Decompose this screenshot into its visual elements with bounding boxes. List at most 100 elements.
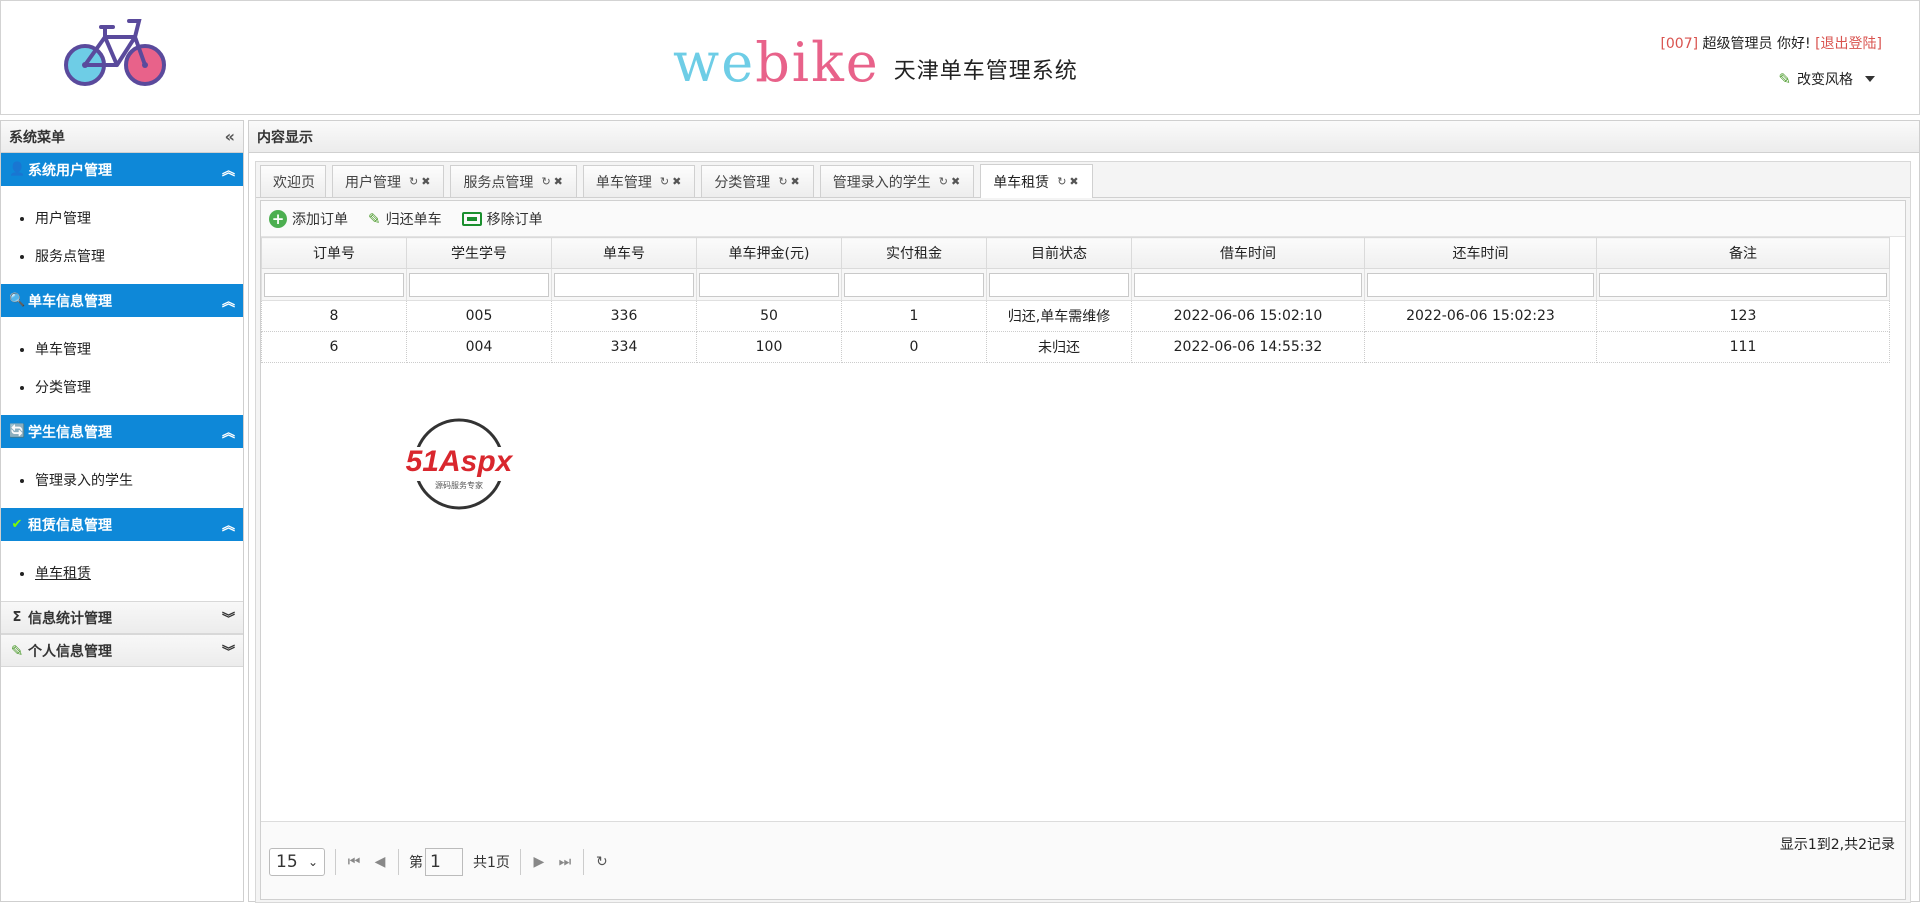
pencil-icon: ✎ <box>10 641 24 660</box>
tab-user-management[interactable]: 用户管理 ↻✖ <box>332 165 445 197</box>
pencil-icon: ✎ <box>368 209 381 228</box>
sidebar-item-students[interactable]: 管理录入的学生 <box>35 462 243 500</box>
refresh-icon[interactable]: ↻ <box>1057 175 1069 188</box>
reload-icon[interactable]: ↻ <box>594 854 610 870</box>
cell-bike-id: 336 <box>551 300 697 332</box>
remove-order-button[interactable]: 移除订单 <box>461 209 543 229</box>
accordion-statistics[interactable]: Σ 信息统计管理 ︾ <box>1 601 243 634</box>
caret-down-icon <box>1865 76 1875 82</box>
column-header[interactable]: 订单号 <box>261 237 407 269</box>
refresh-icon: 🔄 <box>9 423 26 439</box>
tab-label: 管理录入的学生 <box>832 174 931 191</box>
column-header[interactable]: 目前状态 <box>986 237 1132 269</box>
filter-input[interactable] <box>409 272 549 297</box>
sidebar-item-service-point[interactable]: 服务点管理 <box>35 238 243 276</box>
next-page-icon[interactable]: ▶ <box>531 854 547 870</box>
close-icon[interactable]: ✖ <box>554 175 566 188</box>
logout-link[interactable]: [退出登陆] <box>1815 36 1882 52</box>
tab-bike-management[interactable]: 单车管理 ↻✖ <box>582 165 696 197</box>
pagination-bar: 15 ⌄ ⏮ ◀ 第 1 共1页 ▶ ⏭ ↻ 显示1到2,共2记录 <box>261 821 1905 899</box>
filter-input[interactable] <box>554 272 694 297</box>
rental-table: 订单号 学生学号 单车号 单车押金(元) 实付租金 目前状态 借车时间 还车时间… <box>261 237 1890 363</box>
sidebar-item-bike-management[interactable]: 单车管理 <box>35 331 243 369</box>
refresh-icon[interactable]: ↻ <box>541 175 553 188</box>
chevron-double-down-icon[interactable]: ︾ <box>222 641 235 660</box>
last-page-icon[interactable]: ⏭ <box>557 854 573 870</box>
plus-icon: + <box>269 209 287 228</box>
cell-remark: 123 <box>1596 300 1890 332</box>
sidebar-item-user-management[interactable]: 用户管理 <box>35 200 243 238</box>
page-size-select[interactable]: 15 ⌄ <box>269 848 325 876</box>
accordion-title: 系统用户管理 <box>28 162 112 179</box>
sidebar-header: 系统菜单 « <box>1 121 243 153</box>
tab-students[interactable]: 管理录入的学生 ↻✖ <box>819 165 975 197</box>
first-page-icon[interactable]: ⏮ <box>346 854 362 870</box>
column-header[interactable]: 学生学号 <box>406 237 552 269</box>
accordion-rental-info[interactable]: ✔ 租赁信息管理 ︽ <box>1 508 243 541</box>
brand-logo-text: webike <box>673 31 880 94</box>
chevron-double-down-icon[interactable]: ︾ <box>222 608 235 627</box>
column-header[interactable]: 备注 <box>1596 237 1890 269</box>
chevron-double-up-icon[interactable]: ︽ <box>222 160 235 179</box>
page-number-input[interactable]: 1 <box>425 848 463 876</box>
refresh-icon[interactable]: ↻ <box>778 175 790 188</box>
return-bike-button[interactable]: ✎ 归还单车 <box>368 209 442 229</box>
tab-category-management[interactable]: 分类管理 ↻✖ <box>701 165 814 197</box>
add-order-button[interactable]: + 添加订单 <box>269 209 348 229</box>
chevron-double-up-icon[interactable]: ︽ <box>222 422 235 441</box>
refresh-icon[interactable]: ↻ <box>409 175 421 188</box>
filter-cell <box>261 268 407 301</box>
sidebar-item-bike-rental[interactable]: 单车租赁 <box>35 555 243 593</box>
column-header[interactable]: 还车时间 <box>1364 237 1597 269</box>
column-header[interactable]: 单车号 <box>551 237 697 269</box>
column-header[interactable]: 单车押金(元) <box>696 237 842 269</box>
page-prefix: 第 <box>409 855 423 871</box>
pager-divider <box>519 849 521 875</box>
collapse-left-icon[interactable]: « <box>225 127 235 146</box>
tab-label: 服务点管理 <box>463 174 534 191</box>
chevron-double-up-icon[interactable]: ︽ <box>222 291 235 310</box>
table-row[interactable]: 8 005 336 50 1 归还,单车需维修 2022-06-06 15:02… <box>261 300 1890 332</box>
filter-input[interactable] <box>1367 272 1594 297</box>
close-icon[interactable]: ✖ <box>951 175 963 188</box>
accordion-body: 用户管理 服务点管理 <box>1 186 243 284</box>
table-row[interactable]: 6 004 334 100 0 未归还 2022-06-06 14:55:32 … <box>261 331 1890 363</box>
filter-input[interactable] <box>844 272 984 297</box>
close-icon[interactable]: ✖ <box>1069 175 1081 188</box>
accordion-title: 单车信息管理 <box>28 293 112 310</box>
filter-input[interactable] <box>1599 272 1887 297</box>
column-header[interactable]: 借车时间 <box>1131 237 1365 269</box>
accordion-student-info[interactable]: 🔄 学生信息管理 ︽ <box>1 415 243 448</box>
tab-welcome[interactable]: 欢迎页 <box>260 165 326 197</box>
sidebar-item-category-management[interactable]: 分类管理 <box>35 369 243 407</box>
refresh-icon[interactable]: ↻ <box>939 175 951 188</box>
page-total: 共1页 <box>473 855 510 871</box>
accordion-title: 个人信息管理 <box>28 643 112 660</box>
brand-title: webike 天津单车管理系统 <box>673 35 1078 91</box>
page-size-value: 15 <box>276 852 298 872</box>
close-icon[interactable]: ✖ <box>791 175 803 188</box>
column-header[interactable]: 实付租金 <box>841 237 987 269</box>
filter-input[interactable] <box>989 272 1129 297</box>
user-icon: 👤 <box>9 161 26 177</box>
filter-cell <box>406 268 552 301</box>
filter-cell <box>1131 268 1365 301</box>
close-icon[interactable]: ✖ <box>421 175 433 188</box>
chevron-double-up-icon[interactable]: ︽ <box>222 515 235 534</box>
prev-page-icon[interactable]: ◀ <box>372 854 388 870</box>
filter-input[interactable] <box>264 272 404 297</box>
change-style-menu[interactable]: ✎ 改变风格 <box>1778 69 1875 89</box>
tab-label: 单车管理 <box>595 174 652 191</box>
cell-order-id: 8 <box>261 300 407 332</box>
filter-row <box>261 268 1890 301</box>
tab-service-point[interactable]: 服务点管理 ↻✖ <box>450 165 577 197</box>
accordion-user-management[interactable]: 👤 系统用户管理 ︽ <box>1 153 243 186</box>
accordion-bike-info[interactable]: 🔍 单车信息管理 ︽ <box>1 284 243 317</box>
filter-input[interactable] <box>699 272 839 297</box>
accordion-personal-info[interactable]: ✎ 个人信息管理 ︾ <box>1 634 243 667</box>
refresh-icon[interactable]: ↻ <box>660 175 672 188</box>
close-icon[interactable]: ✖ <box>672 175 684 188</box>
tab-label: 欢迎页 <box>273 174 315 191</box>
tab-bike-rental[interactable]: 单车租赁 ↻✖ <box>980 164 1093 198</box>
filter-input[interactable] <box>1134 272 1362 297</box>
